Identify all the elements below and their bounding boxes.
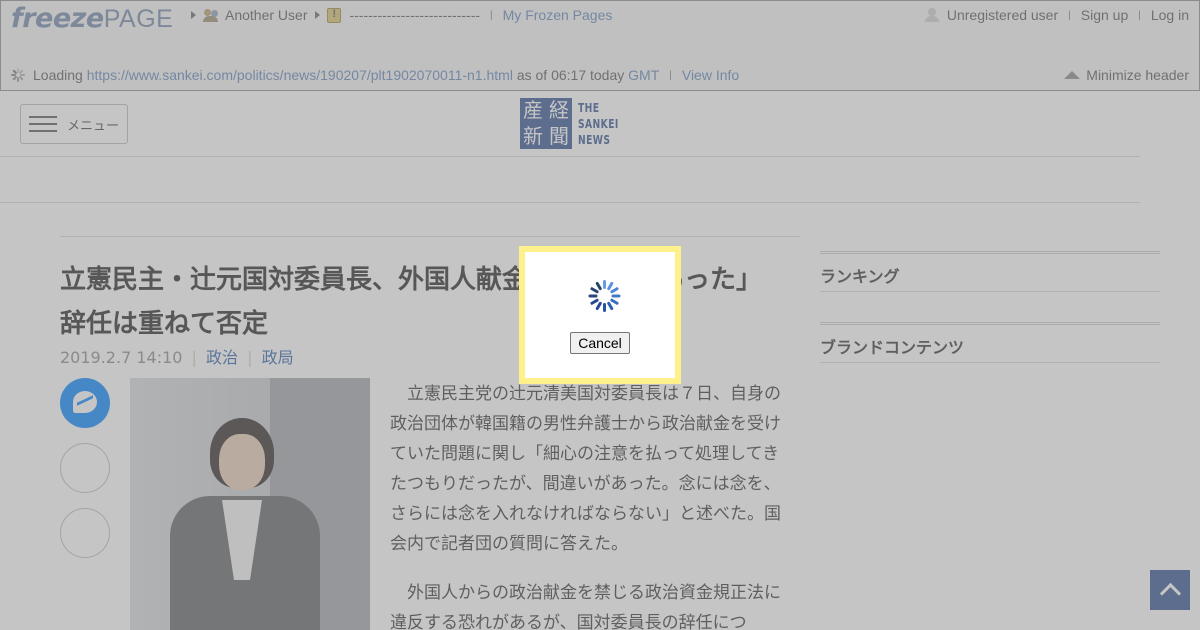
spinner-icon [588,280,620,312]
loading-dialog: Cancel [519,246,681,384]
cancel-button[interactable]: Cancel [570,332,630,354]
